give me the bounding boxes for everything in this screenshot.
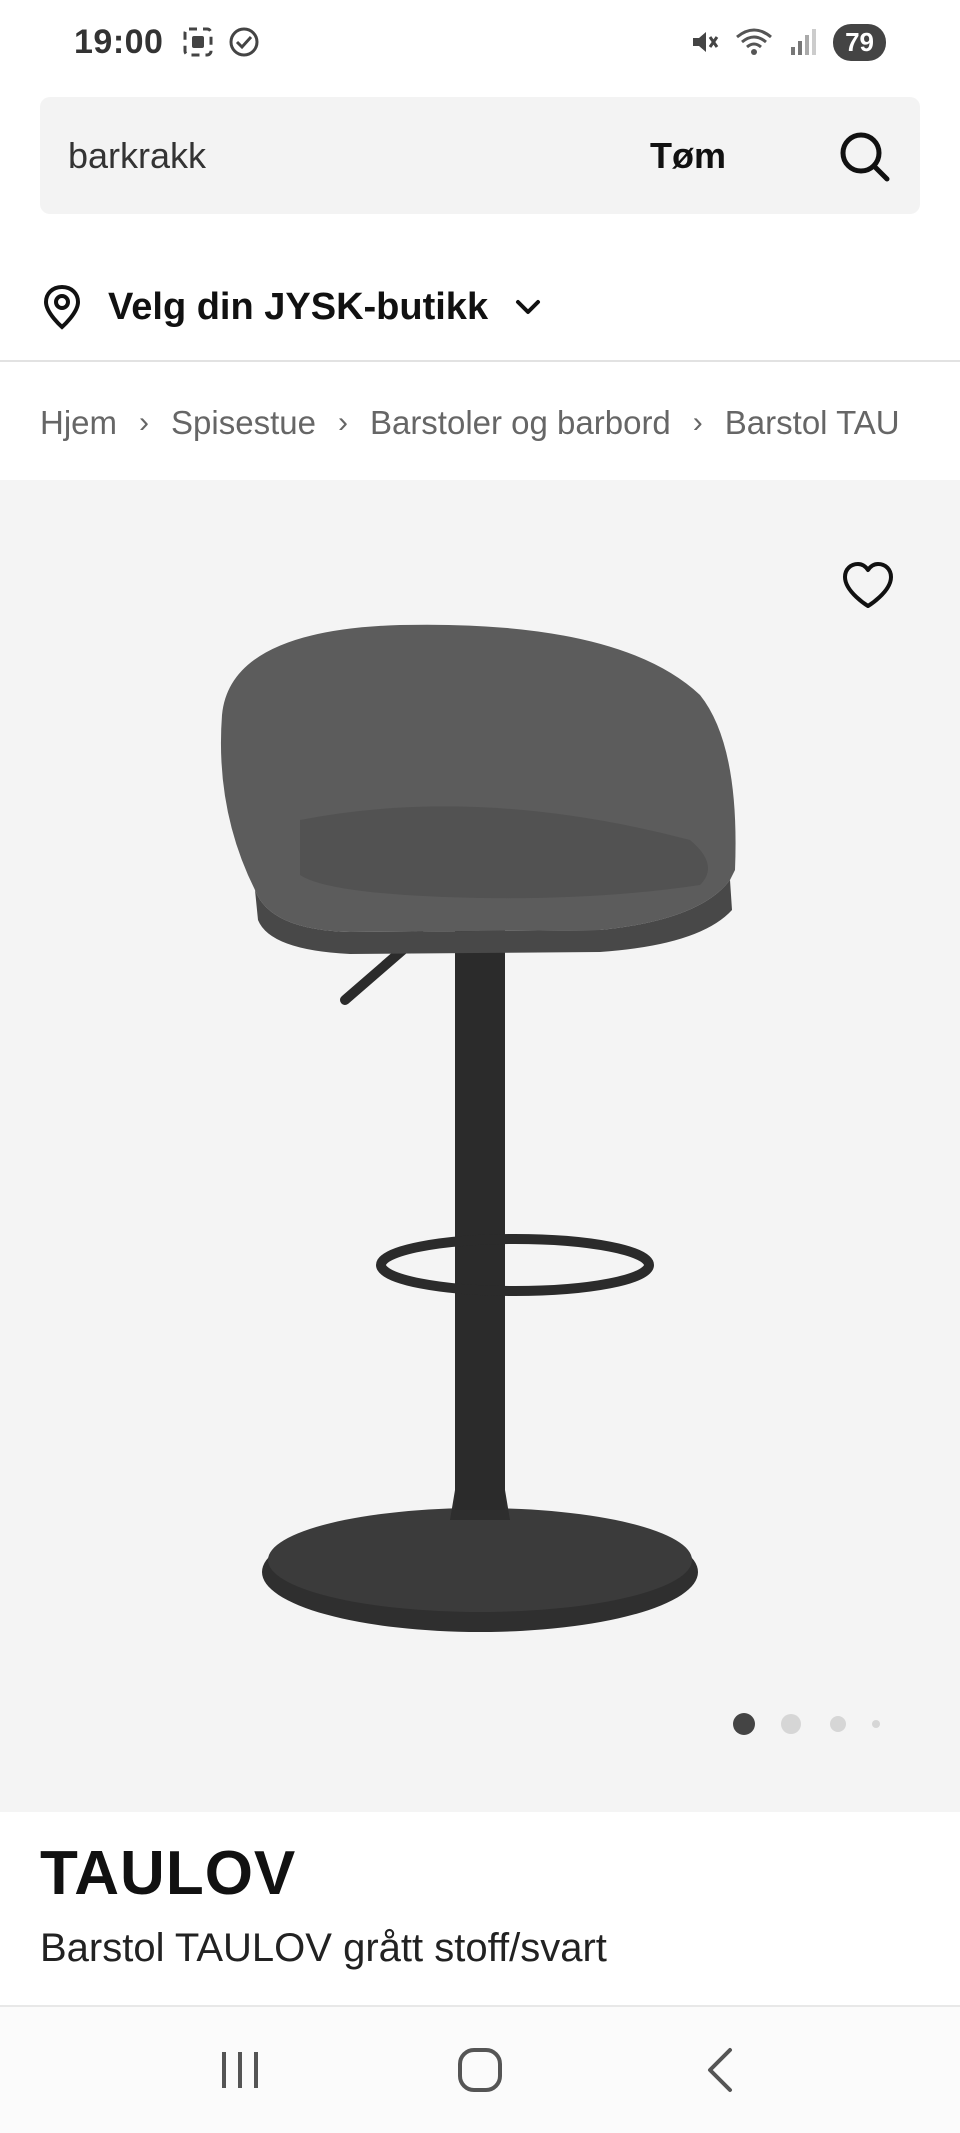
wifi-icon xyxy=(736,28,773,55)
breadcrumb-bar-stools[interactable]: Barstoler og barbord xyxy=(370,404,671,442)
chevron-right-icon: › xyxy=(692,406,703,439)
recent-apps-icon[interactable] xyxy=(200,2030,280,2110)
breadcrumb-current: Barstol TAU xyxy=(724,404,900,441)
screenshot-icon xyxy=(183,27,213,57)
divider xyxy=(0,360,960,362)
back-icon[interactable] xyxy=(680,2030,760,2110)
product-brand: TAULOV xyxy=(40,1839,297,1908)
status-right-icons: 79 xyxy=(689,23,886,61)
product-name: Barstol TAULOV grått stoff/svart xyxy=(40,1926,607,1970)
carousel-dot-4[interactable] xyxy=(872,1720,880,1728)
store-selector[interactable]: Velg din JYSK-butikk xyxy=(40,272,544,342)
search-icon[interactable] xyxy=(836,128,892,184)
chevron-right-icon: › xyxy=(139,406,150,439)
carousel-dot-3[interactable] xyxy=(830,1716,846,1732)
clear-search-button[interactable]: Tøm xyxy=(650,135,726,177)
battery-level: 79 xyxy=(833,23,886,61)
status-left-icons xyxy=(181,25,261,59)
heart-icon[interactable] xyxy=(840,560,896,612)
mute-icon xyxy=(693,32,719,52)
image-carousel-dots xyxy=(730,1710,910,1738)
chevron-down-icon xyxy=(516,300,541,314)
chevron-right-icon: › xyxy=(337,406,348,439)
product-image[interactable] xyxy=(0,480,960,1812)
breadcrumb: Hjem › Spisestue › Barstoler og barbord … xyxy=(40,395,920,451)
location-pin-icon xyxy=(43,284,81,330)
signal-icon xyxy=(791,29,817,55)
system-nav-bar xyxy=(0,2005,960,2133)
product-image-gallery[interactable] xyxy=(0,480,960,1812)
home-icon[interactable] xyxy=(440,2030,520,2110)
status-bar: 19:00 79 xyxy=(0,0,960,84)
search-bar[interactable]: barkrakk Tøm xyxy=(40,97,920,214)
check-circle-icon xyxy=(229,27,259,57)
breadcrumb-dining[interactable]: Spisestue xyxy=(171,404,316,442)
breadcrumb-home[interactable]: Hjem xyxy=(40,404,117,442)
search-input[interactable]: barkrakk xyxy=(68,135,650,177)
status-time: 19:00 xyxy=(74,22,164,61)
store-label: Velg din JYSK-butikk xyxy=(108,285,489,328)
carousel-dot-1[interactable] xyxy=(733,1713,755,1735)
carousel-dot-2[interactable] xyxy=(781,1714,801,1734)
